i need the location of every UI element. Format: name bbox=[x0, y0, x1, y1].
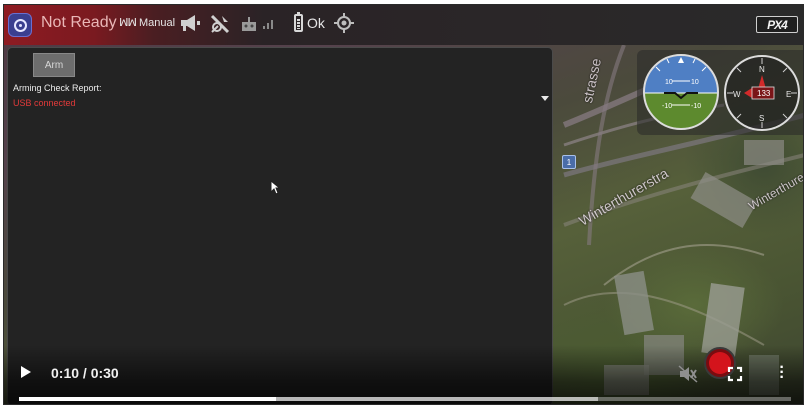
target-icon[interactable] bbox=[333, 12, 355, 34]
compass-west: W bbox=[733, 90, 741, 99]
played-bar bbox=[19, 397, 277, 401]
battery-icon bbox=[294, 12, 303, 32]
compass-east: E bbox=[786, 90, 791, 99]
play-icon[interactable] bbox=[21, 366, 31, 378]
brand-logo: PX4 bbox=[756, 16, 798, 33]
signal-icon[interactable] bbox=[262, 16, 276, 30]
pitch-label: 10 bbox=[691, 79, 699, 86]
progress-bar[interactable] bbox=[19, 397, 791, 401]
video-player[interactable]: strasse Winterthurerstra Winterthure 1 N… bbox=[3, 4, 804, 405]
gps-off-icon[interactable] bbox=[209, 13, 231, 35]
more-options-icon[interactable]: · · · bbox=[777, 360, 787, 386]
fullscreen-icon[interactable] bbox=[727, 366, 743, 387]
flight-mode-label: Manual bbox=[138, 16, 176, 29]
flight-mode-selector[interactable]: ꟽꟽ Manual bbox=[119, 16, 176, 30]
mode-icon: ꟽꟽ bbox=[119, 17, 137, 29]
app-logo[interactable] bbox=[8, 13, 32, 37]
arm-button[interactable]: Arm bbox=[33, 53, 75, 77]
video-controls: 0:10 / 0:30 · · · bbox=[4, 345, 803, 404]
time-display: 0:10 / 0:30 bbox=[51, 365, 119, 381]
compass-north: N bbox=[759, 65, 765, 74]
compass: N E S W 133 bbox=[724, 55, 800, 131]
pitch-label: 10 bbox=[665, 79, 673, 86]
arming-report-value: USB connected bbox=[13, 98, 76, 108]
compass-south: S bbox=[759, 114, 764, 123]
arming-report-label: Arming Check Report: bbox=[13, 83, 102, 93]
pitch-label: -10 bbox=[691, 103, 701, 110]
pitch-label: -10 bbox=[662, 103, 672, 110]
megaphone-icon[interactable] bbox=[179, 13, 201, 33]
mute-icon[interactable] bbox=[678, 365, 698, 388]
map-marker[interactable]: 1 bbox=[562, 155, 576, 169]
battery-status: Ok bbox=[307, 15, 325, 31]
mouse-cursor-icon bbox=[270, 179, 281, 200]
chevron-down-icon[interactable] bbox=[541, 96, 549, 101]
attitude-indicator: 10 10 -10 -10 bbox=[643, 54, 719, 130]
heading-readout: 133 bbox=[757, 89, 771, 98]
battery-indicator[interactable]: Ok bbox=[294, 12, 325, 32]
toolbar: Not Ready ꟽꟽ Manual Ok PX4 bbox=[4, 5, 803, 45]
status-text[interactable]: Not Ready bbox=[41, 14, 117, 32]
rc-icon[interactable] bbox=[241, 16, 257, 32]
